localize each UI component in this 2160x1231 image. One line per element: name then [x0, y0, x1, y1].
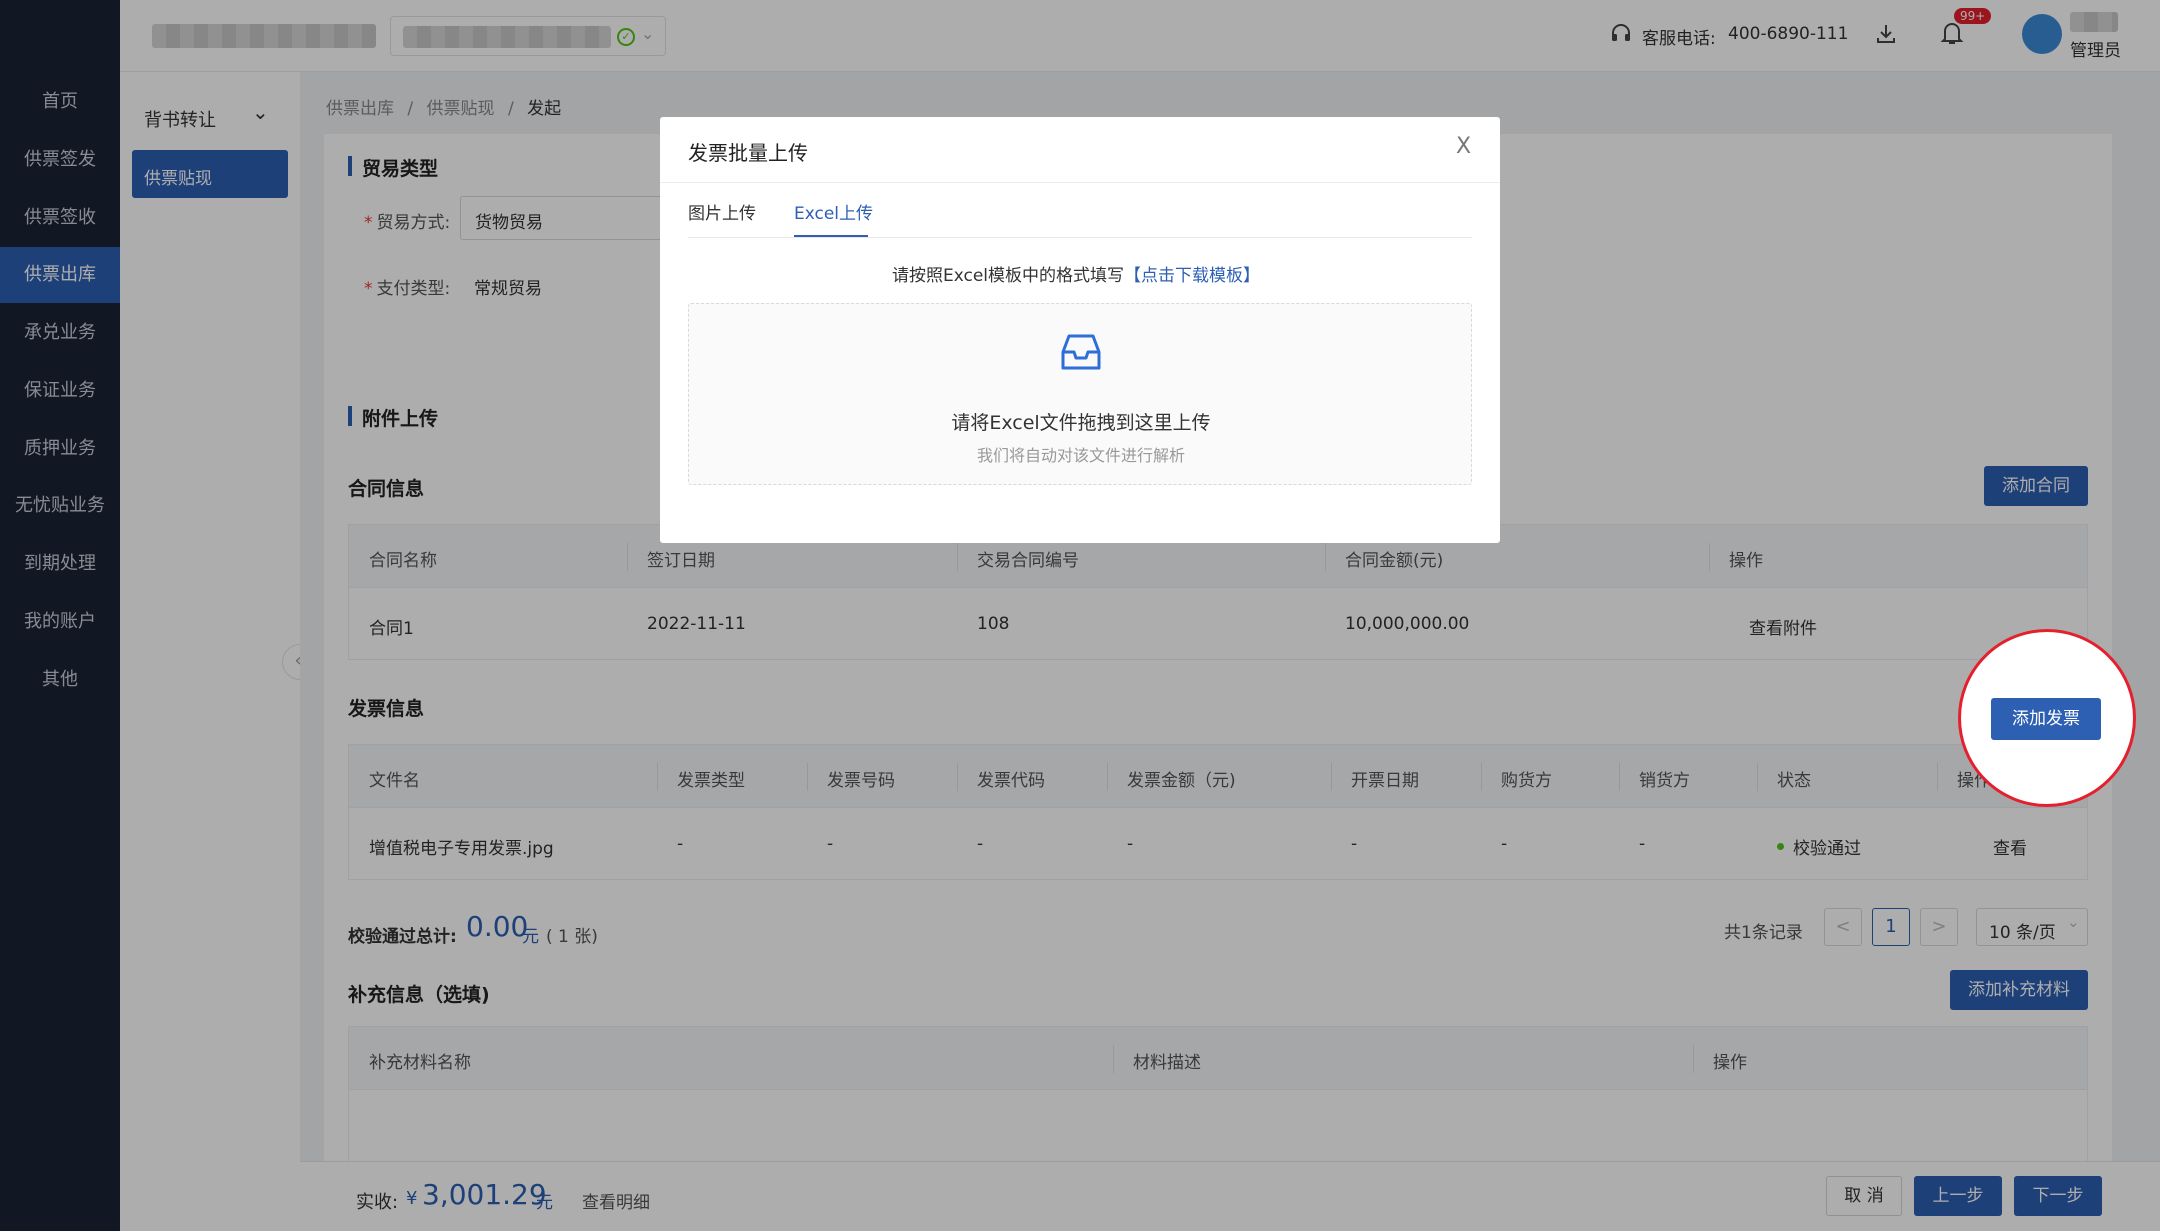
template-hint: 请按照Excel模板中的格式填写: [892, 266, 1125, 286]
add-invoice-button[interactable]: 添加发票: [1991, 698, 2101, 740]
drop-zone-sub-text: 我们将自动对该文件进行解析: [976, 446, 1185, 465]
tab-image-upload[interactable]: 图片上传: [688, 199, 756, 224]
modal-title: 发票批量上传: [688, 141, 808, 165]
app-root: 首页 供票签发 供票签收 供票出库 承兑业务 保证业务 质押业务 无忧贴业务 到期处理 我的账户其…: [0, 0, 2160, 1231]
modal-divider: [660, 182, 1500, 183]
download-template-link[interactable]: 【点击下载模板】: [1124, 261, 1260, 286]
file-drop-zone[interactable]: 请将Excel文件拖拽到这里上传 我们将自动对该文件进行解析: [688, 303, 1472, 485]
invoice-upload-modal: 发票批量上传 X 图片上传 Excel上传 请按照Excel模板中的格式填写 【…: [660, 117, 1500, 543]
close-icon[interactable]: X: [1456, 134, 1471, 159]
highlight-circle: 添加发票: [1958, 629, 2136, 807]
inbox-icon: [1057, 328, 1105, 376]
tab-bar-line: [688, 237, 1472, 238]
tab-excel-upload[interactable]: Excel上传: [794, 199, 873, 224]
drop-zone-main-text: 请将Excel文件拖拽到这里上传: [951, 412, 1211, 434]
